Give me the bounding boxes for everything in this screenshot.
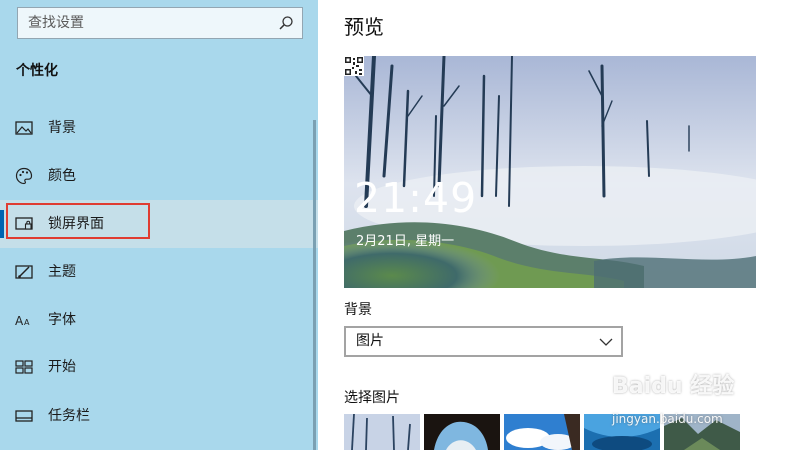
- preview-clock: 21:49: [354, 174, 478, 222]
- theme-icon: [15, 265, 33, 279]
- sidebar-item-label: 主题: [48, 264, 76, 280]
- font-icon: A A: [15, 314, 30, 328]
- start-icon: [15, 360, 33, 374]
- sidebar-item-background[interactable]: 背景: [0, 104, 318, 152]
- sidebar-item-start[interactable]: 开始: [0, 343, 318, 391]
- search-box[interactable]: [17, 7, 303, 39]
- taskbar-icon: [15, 410, 33, 422]
- picture-thumbnail[interactable]: [344, 414, 420, 450]
- sidebar-item-lock-screen[interactable]: 锁屏界面: [0, 200, 318, 248]
- sidebar-item-label: 背景: [48, 120, 76, 136]
- sidebar-item-label: 任务栏: [48, 408, 90, 424]
- sidebar-item-label: 颜色: [48, 168, 76, 184]
- background-label: 背景: [344, 302, 372, 318]
- thumbnail-sky-clouds: [504, 414, 580, 450]
- sidebar-item-colors[interactable]: 颜色: [0, 152, 318, 200]
- palette-icon: [15, 167, 33, 185]
- sidebar-scrollbar[interactable]: [313, 120, 316, 450]
- chevron-down-icon: [599, 338, 613, 346]
- qr-code-icon: [344, 56, 364, 76]
- thumbnail-cave-arch: [424, 414, 500, 450]
- preview-wallpaper: [344, 56, 756, 288]
- watermark-logo: Baidu 经验: [612, 374, 735, 399]
- sidebar-item-taskbar[interactable]: 任务栏: [0, 392, 318, 440]
- sidebar: 个性化 背景 颜色 锁屏界面: [0, 0, 318, 450]
- sidebar-item-fonts[interactable]: A A 字体: [0, 296, 318, 344]
- preview-date: 2月21日, 星期一: [356, 234, 455, 249]
- choose-picture-label: 选择图片: [344, 390, 400, 406]
- search-icon[interactable]: [278, 15, 294, 31]
- picture-icon: [15, 121, 33, 135]
- sidebar-item-label: 开始: [48, 359, 76, 375]
- section-title: 个性化: [16, 63, 58, 79]
- page-title: 预览: [344, 15, 384, 39]
- picture-thumbnail[interactable]: [424, 414, 500, 450]
- picture-thumbnail[interactable]: [504, 414, 580, 450]
- lock-screen-preview: 21:49 2月21日, 星期一: [344, 56, 756, 288]
- thumbnail-snowy-trees: [344, 414, 420, 450]
- search-input[interactable]: [28, 8, 268, 38]
- selection-indicator: [0, 210, 4, 238]
- dropdown-value: 图片: [356, 333, 384, 349]
- sidebar-item-themes[interactable]: 主题: [0, 248, 318, 296]
- svg-text:A: A: [24, 318, 30, 327]
- annotation-highlight-box: [6, 203, 150, 239]
- background-type-dropdown[interactable]: 图片: [344, 326, 623, 357]
- sidebar-item-label: 字体: [48, 312, 76, 328]
- baidu-jingyan-watermark: Baidu 经验 jingyan.baidu.com: [612, 368, 800, 450]
- watermark-url: jingyan.baidu.com: [612, 412, 723, 426]
- svg-text:A: A: [15, 314, 24, 328]
